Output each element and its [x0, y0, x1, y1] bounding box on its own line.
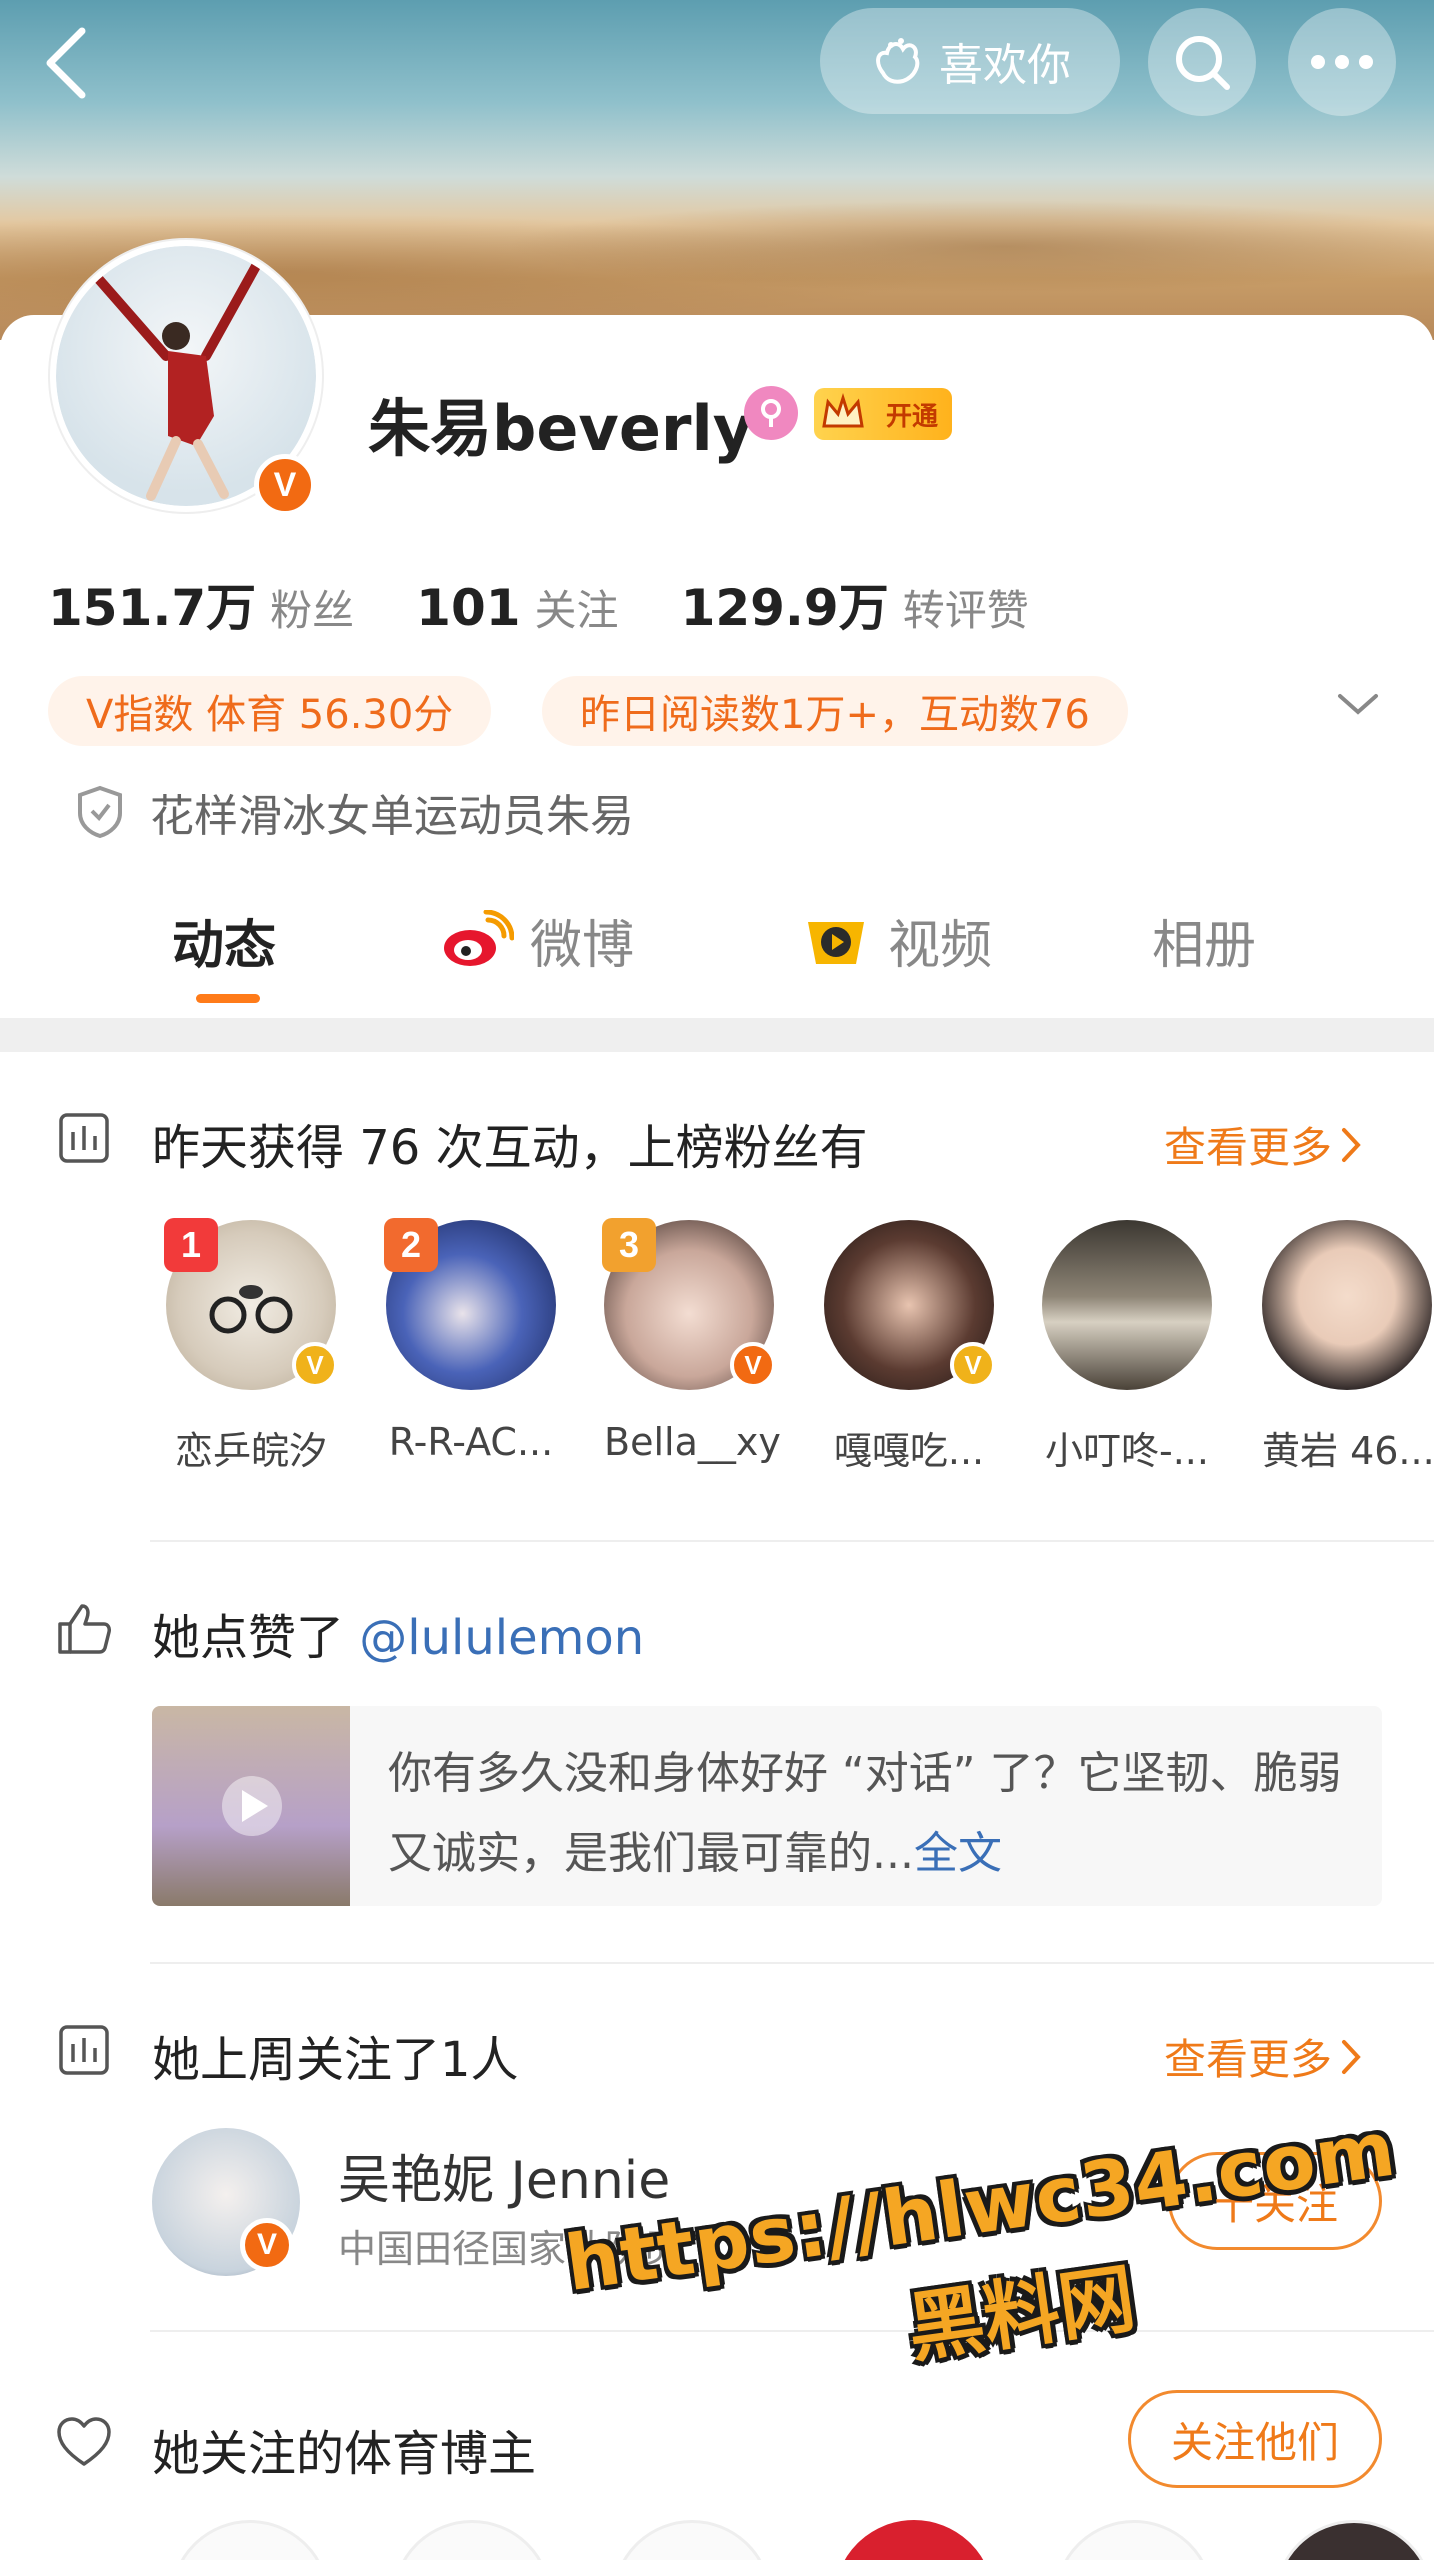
- verified-badge: V: [254, 454, 316, 516]
- full-text-link[interactable]: 全文: [914, 1828, 1002, 1879]
- fans-section-title: 昨天获得 76 次互动，上榜粉丝有: [152, 1120, 868, 1176]
- rank-badge: 1: [164, 1218, 218, 1272]
- fans-see-more-link[interactable]: 查看更多: [1164, 1114, 1362, 1175]
- tab-dynamics[interactable]: 动态: [172, 890, 276, 990]
- fans-label[interactable]: 粉丝: [270, 577, 354, 638]
- rank-badge: 2: [384, 1218, 438, 1272]
- divider-line: [150, 1962, 1434, 1964]
- back-button[interactable]: [30, 18, 100, 108]
- post-thumbnail: [152, 1706, 350, 1906]
- fan-name: Bella__xy: [604, 1420, 781, 1464]
- fan-avatar: 2: [384, 1218, 556, 1390]
- active-tab-indicator: [196, 994, 260, 1003]
- tab-album[interactable]: 相册: [1152, 890, 1256, 990]
- fan-name: 小叮咚-...: [1045, 1429, 1209, 1473]
- weibo-logo-icon: [444, 910, 514, 966]
- search-icon: [1176, 36, 1230, 90]
- blogger-avatar[interactable]: [1274, 2520, 1434, 2560]
- fans-count[interactable]: 151.7万: [48, 568, 256, 640]
- divider-line: [150, 1540, 1434, 1542]
- fan-item[interactable]: 小叮咚-...: [1042, 1220, 1212, 1475]
- bar-chart-icon: [59, 1113, 109, 1163]
- fan-name: 黄岩 46...: [1262, 1429, 1434, 1473]
- verified-badge: V: [292, 1342, 338, 1388]
- video-play-icon: [808, 922, 864, 964]
- post-excerpt: 你有多久没和身体好好 “对话” 了？它坚韧、脆弱又诚实，是我们最可靠的...全文: [388, 1748, 1342, 1879]
- liked-post-card[interactable]: 你有多久没和身体好好 “对话” 了？它坚韧、脆弱又诚实，是我们最可靠的...全文: [152, 1706, 1382, 1906]
- fan-avatar: [1262, 1220, 1432, 1390]
- rank-badge: 3: [602, 1218, 656, 1272]
- female-gender-icon: [744, 386, 798, 440]
- fan-item[interactable]: V 嘎嘎吃...: [824, 1220, 996, 1475]
- chevron-right-icon: [1342, 2039, 1361, 2074]
- verified-badge: V: [730, 1342, 776, 1388]
- shield-icon: [78, 785, 122, 839]
- chevron-left-icon: [46, 27, 86, 99]
- more-options-button[interactable]: [1288, 8, 1396, 116]
- fan-avatar: 1 V: [164, 1218, 338, 1390]
- follow-them-button[interactable]: 关注他们: [1128, 2390, 1382, 2488]
- tab-weibo[interactable]: 微博: [440, 890, 634, 990]
- following-label[interactable]: 关注: [535, 577, 619, 638]
- like-you-label: 喜欢你: [939, 40, 1071, 91]
- fan-avatar: 3 V: [602, 1218, 776, 1390]
- watermark-overlay: https://hlwc34.com 黑料网: [560, 2104, 1417, 2423]
- reading-stats-tag[interactable]: 昨日阅读数1万+，互动数76: [542, 676, 1128, 746]
- fan-item[interactable]: 1 V 恋乒皖汐: [164, 1218, 338, 1475]
- interactions-label[interactable]: 转评赞: [903, 577, 1029, 638]
- fan-name: 恋乒皖汐: [174, 1429, 327, 1473]
- profile-stats: 151.7万 粉丝 101 关注 129.9万 转评赞: [48, 568, 1091, 640]
- interactions-count[interactable]: 129.9万: [681, 568, 889, 640]
- thumbs-up-icon: [58, 1604, 111, 1654]
- fan-item[interactable]: 3 V Bella__xy: [602, 1218, 781, 1464]
- vip-open-badge[interactable]: 开通: [814, 388, 952, 440]
- fan-item[interactable]: 黄岩 46...: [1262, 1220, 1434, 1475]
- section-divider: [0, 1018, 1434, 1052]
- follow-see-more-link[interactable]: 查看更多: [1164, 2026, 1362, 2087]
- paw-heart-icon: [876, 38, 920, 84]
- fan-avatar: V: [824, 1220, 996, 1390]
- fan-name: R-R-AC...: [388, 1420, 554, 1464]
- profile-intro: 花样滑冰女单运动员朱易: [76, 780, 634, 844]
- play-icon: [222, 1776, 282, 1836]
- verified-badge: V: [240, 2218, 294, 2272]
- fan-name: 嘎嘎吃...: [833, 1429, 985, 1473]
- chevron-right-icon: [1342, 1127, 1361, 1162]
- heart-icon: [57, 2417, 111, 2466]
- blogger-avatar[interactable]: [170, 2520, 330, 2560]
- bar-chart-icon: [59, 2025, 109, 2075]
- mention-link[interactable]: @lululemon: [359, 1610, 644, 1666]
- blogger-avatar[interactable]: [392, 2520, 552, 2560]
- following-count[interactable]: 101: [416, 579, 520, 637]
- followed-user-name[interactable]: 吴艳妮 Jennie: [338, 2138, 670, 2213]
- follow-section-title: 她上周关注了1人: [152, 2032, 519, 2088]
- verified-badge: V: [950, 1342, 996, 1388]
- like-you-button[interactable]: 喜欢你: [820, 8, 1120, 114]
- v-index-tag[interactable]: V指数 体育 56.30分: [48, 676, 492, 746]
- chevron-down-icon: [1338, 694, 1378, 715]
- sports-bloggers-title: 她关注的体育博主: [152, 2426, 537, 2482]
- blogger-avatar[interactable]: [1054, 2520, 1214, 2560]
- fan-avatar: [1042, 1220, 1212, 1390]
- blogger-avatar[interactable]: [612, 2520, 772, 2560]
- blogger-avatar[interactable]: [834, 2520, 994, 2560]
- expand-button[interactable]: [1336, 690, 1380, 722]
- tab-video[interactable]: 视频: [800, 890, 992, 990]
- search-button[interactable]: [1148, 8, 1256, 116]
- profile-name: 朱易beverly: [368, 392, 754, 465]
- more-dots-icon: [1311, 55, 1373, 69]
- like-section-title: 她点赞了 @lululemon: [152, 1610, 645, 1666]
- crown-icon: [822, 392, 864, 428]
- fan-item[interactable]: 2 R-R-AC...: [384, 1218, 556, 1464]
